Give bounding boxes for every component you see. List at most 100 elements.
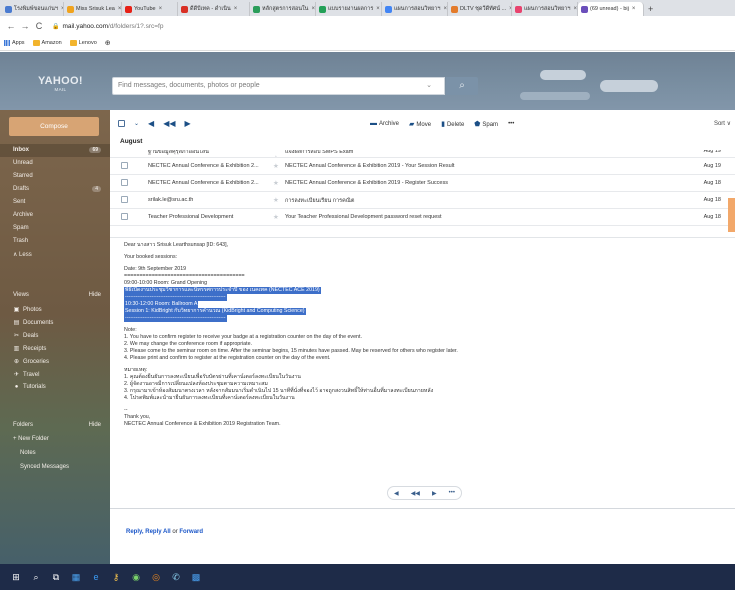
sidebar-folder-item[interactable]: + New Folder (13, 436, 101, 442)
sort-dropdown[interactable]: Sort ∨ (714, 120, 731, 127)
browser-tab[interactable]: หลักสูตรการสอนใน × (250, 2, 316, 16)
bookmark-amazon[interactable]: Amazon (32, 40, 62, 46)
reply-link[interactable]: Reply (126, 529, 142, 535)
star-icon[interactable]: ★ (273, 196, 279, 204)
sidebar-item[interactable]: Unread (13, 160, 101, 166)
bookmark-lenovo[interactable]: Lenovo (69, 40, 97, 46)
search-button[interactable]: ⌕ (446, 77, 478, 95)
message-toolbar: ⌄ ◀ ◀◀ ▶ ▬ Archive ▰ Move ▮ Delete ⬟ Spam ••… (110, 110, 735, 137)
compose-button[interactable]: Compose (9, 117, 99, 136)
close-icon[interactable]: × (234, 6, 238, 12)
close-icon[interactable]: × (443, 6, 447, 12)
forward-link[interactable]: Forward (179, 529, 203, 535)
forward-arrow-icon[interactable]: → (18, 21, 32, 31)
browser-tab[interactable]: YouTube × (122, 2, 178, 16)
sidebar-view-item[interactable]: ▣ Photos (13, 306, 101, 314)
archive-button[interactable]: ▬ Archive (370, 120, 399, 127)
message-date: Aug 18 (703, 180, 721, 186)
browser-tab[interactable]: แบบรายงานผลการ × (316, 2, 382, 16)
more-button[interactable]: ••• (508, 121, 514, 127)
new-tab-button[interactable]: + (644, 2, 657, 16)
select-all-checkbox[interactable] (118, 120, 125, 127)
browser-tab[interactable]: DLTV ชุดวีดีทัศน์ ...× (448, 2, 512, 16)
sidebar-view-item[interactable]: ▤ Documents (13, 319, 101, 327)
taskbar-app-icon[interactable]: e (90, 571, 102, 583)
reply-all-link[interactable]: Reply All (145, 529, 170, 535)
browser-tab[interactable]: Miss Srisuk Lea × (64, 2, 122, 16)
taskbar-app-icon[interactable]: ◎ (150, 571, 162, 583)
sidebar-view-item[interactable]: ✂ Deals (13, 332, 101, 340)
sidebar-folder-item[interactable]: Notes (20, 450, 108, 456)
sidebar-view-item[interactable]: ● Tutorials (13, 384, 101, 390)
sidebar-item[interactable]: Starred (13, 173, 101, 179)
message-row[interactable]: ฐานข้อมูลคุรุสภาออนไลน์★แจ้งผลการสอบ SMP… (110, 150, 735, 158)
bookmark-apps[interactable]: Apps (4, 40, 25, 46)
taskbar-app-icon[interactable]: ▩ (190, 571, 202, 583)
reload-icon[interactable]: C (32, 21, 46, 31)
bookmark-globe[interactable]: ⊕ (105, 39, 111, 47)
taskbar-app-icon[interactable]: ◉ (130, 571, 142, 583)
spam-button[interactable]: ⬟ Spam (474, 120, 498, 128)
taskbar-app-icon[interactable]: ⧉ (50, 571, 62, 583)
message-row[interactable]: NECTEC Annual Conference & Exhibition 2.… (110, 158, 735, 175)
close-icon[interactable]: × (573, 6, 577, 12)
row-checkbox[interactable] (121, 196, 128, 203)
star-icon[interactable]: ★ (273, 162, 279, 170)
sidebar-item[interactable]: Spam (13, 225, 101, 231)
message-row[interactable]: NECTEC Annual Conference & Exhibition 2.… (110, 175, 735, 192)
sidebar-item[interactable]: Trash (13, 238, 101, 244)
hide-views-link[interactable]: Hide (89, 292, 101, 298)
hide-folders-link[interactable]: Hide (89, 422, 101, 428)
scroll-handle[interactable] (728, 198, 735, 232)
close-icon[interactable]: × (632, 6, 636, 12)
folder-icon (69, 40, 77, 46)
reply-icon[interactable]: ◀ (148, 119, 154, 128)
taskbar-app-icon[interactable]: ⌕ (30, 571, 42, 583)
screen: โรงพิมพ์ขอนแก่นฯ×Miss Srisuk Lea×YouTube… (0, 0, 735, 590)
move-button[interactable]: ▰ Move (409, 120, 431, 128)
email-line: Session 1: KidBright กับวิทยาการคำนวณ (K… (124, 308, 724, 315)
star-icon[interactable]: ★ (273, 213, 279, 221)
sidebar-item[interactable]: Sent (13, 199, 101, 205)
browser-tab[interactable]: แผนการสอนวิทยาฯ × (512, 2, 578, 16)
forward-icon[interactable]: ▶ (185, 119, 191, 128)
sidebar-item[interactable]: ∧ Less (13, 251, 101, 258)
browser-tab[interactable]: แผนการสอนวิทยาฯ × (382, 2, 448, 16)
message-row[interactable]: srilak.le@sru.ac.th ★ การลงทะเบียนเรียน กา… (110, 192, 735, 209)
search-input[interactable]: Find messages, documents, photos or peop… (112, 77, 445, 95)
taskbar-app-icon[interactable]: ⚷ (110, 571, 122, 583)
chevron-down-icon[interactable]: ⌄ (426, 81, 432, 89)
sidebar-view-item[interactable]: ⊕ Groceries (13, 358, 101, 366)
sidebar-item[interactable]: Archive (13, 212, 101, 218)
url-field[interactable]: 🔒 mail.yahoo.com/d/folders/1?.src=fp (52, 23, 163, 30)
browser-tab[interactable]: ดีดีบีเทค - ดำเนิน × (178, 2, 250, 16)
close-icon[interactable]: × (376, 6, 380, 12)
reply-all-icon[interactable]: ◀◀ (411, 490, 420, 497)
sidebar-item[interactable]: Drafts 4 (13, 186, 101, 192)
close-icon[interactable]: × (159, 6, 163, 12)
taskbar-app-icon[interactable]: ⊞ (10, 571, 22, 583)
sidebar-view-item[interactable]: ✈ Travel (13, 371, 101, 379)
row-checkbox[interactable] (121, 162, 128, 169)
sidebar-view-item[interactable]: ▥ Receipts (13, 345, 101, 353)
reply-all-icon[interactable]: ◀◀ (163, 119, 175, 128)
delete-button[interactable]: ▮ Delete (441, 120, 464, 128)
close-icon[interactable]: × (311, 6, 315, 12)
browser-tab[interactable]: โรงพิมพ์ขอนแก่นฯ× (2, 2, 64, 16)
taskbar-app-icon[interactable]: ▦ (70, 571, 82, 583)
more-icon[interactable]: ••• (449, 490, 455, 496)
forward-icon[interactable]: ▶ (432, 490, 437, 497)
chevron-down-icon[interactable]: ⌄ (134, 120, 139, 127)
reply-icon[interactable]: ◀ (394, 490, 399, 497)
star-icon[interactable]: ★ (273, 179, 279, 187)
message-row[interactable]: Teacher Professional Development ★ Your Te… (110, 209, 735, 226)
sidebar-folder-item[interactable]: Synced Messages (20, 464, 108, 470)
back-arrow-icon[interactable]: ← (4, 21, 18, 31)
taskbar-app-icon[interactable]: ✆ (170, 571, 182, 583)
row-checkbox[interactable] (121, 213, 128, 220)
close-icon[interactable]: × (118, 6, 121, 12)
browser-tab[interactable]: (69 unread) - bij × (578, 2, 644, 16)
row-checkbox[interactable] (121, 179, 128, 186)
yahoo-mail-logo[interactable]: YAHOO! MAIL (38, 75, 83, 92)
sidebar-item[interactable]: Inbox 69 (13, 147, 101, 153)
